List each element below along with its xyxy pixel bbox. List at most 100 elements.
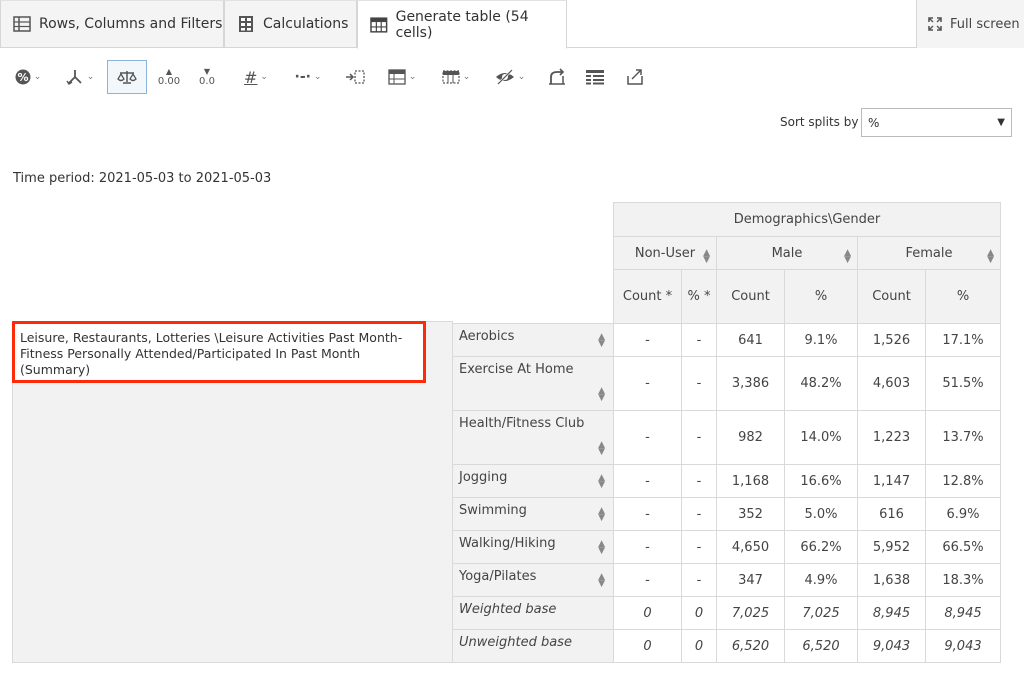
split-icon — [66, 70, 82, 86]
row-label[interactable]: Swimming ▲ ▼ — [452, 497, 614, 531]
tab-label: Calculations — [263, 16, 349, 32]
table-cell: 6,520 — [716, 629, 785, 663]
table-cell: 616 — [857, 497, 926, 531]
collapse-icon — [346, 70, 365, 84]
table-cell: 0 — [613, 596, 682, 630]
tab-generate-table[interactable]: Generate table (54 cells) — [357, 0, 567, 49]
sort-icon: ▲ ▼ — [598, 539, 605, 556]
split-button[interactable]: ⌄ — [60, 60, 100, 94]
table-cell: - — [613, 530, 682, 564]
subheader-count: Count — [857, 269, 926, 324]
column-group-header: Demographics\Gender — [613, 202, 1001, 237]
table-cell: 641 — [716, 323, 785, 357]
transpose-icon — [586, 70, 604, 85]
table-cell: 16.6% — [784, 464, 858, 498]
dash-icon: ·-· — [294, 69, 311, 85]
row-label-text: Aerobics — [459, 329, 515, 344]
table-cell: - — [613, 497, 682, 531]
table-cell: - — [613, 323, 682, 357]
sort-icon: ▲ ▼ — [598, 572, 605, 589]
table-cell: 14.0% — [784, 410, 858, 465]
row-label[interactable]: Walking/Hiking ▲ ▼ — [452, 530, 614, 564]
table-cell: - — [681, 323, 717, 357]
chevron-down-icon: ⌄ — [313, 72, 322, 82]
row-label-text: Yoga/Pilates — [459, 569, 537, 584]
sort-splits-select[interactable]: % ▼ — [861, 108, 1012, 137]
row-label[interactable]: Yoga/Pilates ▲ ▼ — [452, 563, 614, 597]
table-cell: 9.1% — [784, 323, 858, 357]
row-label-text: Unweighted base — [459, 635, 572, 650]
row-label-text: Exercise At Home — [459, 362, 574, 377]
calculator-icon — [239, 16, 253, 32]
chevron-down-icon: ▼ — [997, 117, 1005, 128]
collapse-button[interactable] — [342, 60, 368, 94]
table-cell: 66.2% — [784, 530, 858, 564]
transpose-button[interactable] — [582, 60, 608, 94]
column-header-label: Female — [905, 245, 953, 261]
tab-rows-columns-filters[interactable]: Rows, Columns and Filters — [0, 0, 224, 48]
row-label[interactable]: Weighted base — [452, 596, 614, 630]
row-label[interactable]: Exercise At Home ▲ ▼ — [452, 356, 614, 411]
row-label-text: Health/Fitness Club — [459, 416, 585, 431]
chevron-down-icon: ⌄ — [408, 72, 417, 82]
swap-icon — [549, 68, 565, 85]
table-cell: 352 — [716, 497, 785, 531]
tab-bar: Rows, Columns and Filters Calculations G… — [0, 0, 1024, 49]
hide-icon — [495, 69, 514, 85]
column-header-non-user[interactable]: Non-User ▲ ▼ — [613, 236, 717, 270]
sort-icon: ▲ ▼ — [598, 386, 605, 403]
table-cell: 1,638 — [857, 563, 926, 597]
row-label[interactable]: Jogging ▲ ▼ — [452, 464, 614, 498]
row-label[interactable]: Unweighted base — [452, 629, 614, 663]
table-cell: - — [681, 356, 717, 411]
column-header-female[interactable]: Female ▲ ▼ — [857, 236, 1001, 270]
table-cell: 1,526 — [857, 323, 926, 357]
chevron-down-icon: ⌄ — [33, 72, 42, 82]
expand-icon — [928, 17, 942, 31]
table-cell: - — [613, 410, 682, 465]
table-cell: 66.5% — [925, 530, 1001, 564]
chevron-down-icon: ⌄ — [86, 72, 95, 82]
row-label[interactable]: Health/Fitness Club ▲ ▼ — [452, 410, 614, 465]
column-header-male[interactable]: Male ▲ ▼ — [716, 236, 858, 270]
percent-icon: % — [15, 69, 31, 85]
svg-text:%: % — [17, 71, 28, 84]
table-cell: 1,223 — [857, 410, 926, 465]
table-cell: - — [681, 530, 717, 564]
decrease-decimals-button[interactable]: ▼ 0.0 — [194, 60, 220, 94]
toolbar: % ⌄ ⌄ ▲ 0.00 ▼ 0.0 # ⌄ ·-· ⌄ ⌄ ⌄ ⌄ — [8, 60, 688, 96]
hide-button[interactable]: ⌄ — [490, 60, 530, 94]
table-cell: 4,650 — [716, 530, 785, 564]
statistics-button[interactable]: # ⌄ — [238, 60, 274, 94]
row-label-text: Swimming — [459, 503, 527, 518]
sort-icon: ▲ ▼ — [844, 248, 851, 265]
columns-button[interactable]: ⌄ — [436, 60, 476, 94]
table-cell: 5.0% — [784, 497, 858, 531]
tab-label: Generate table (54 cells) — [395, 8, 529, 41]
layout-button[interactable]: ⌄ — [382, 60, 422, 94]
increase-decimals-button[interactable]: ▲ 0.00 — [154, 60, 184, 94]
hash-icon: # — [244, 67, 258, 87]
increase-decimals-label: 0.00 — [157, 75, 181, 87]
swap-button[interactable] — [544, 60, 570, 94]
table-cell: 8,945 — [857, 596, 926, 630]
export-button[interactable] — [622, 60, 648, 94]
table-cell: 0 — [613, 629, 682, 663]
table-cell: 7,025 — [784, 596, 858, 630]
tab-calculations[interactable]: Calculations — [224, 0, 357, 48]
blank-values-button[interactable]: ·-· ⌄ — [288, 60, 328, 94]
sort-icon: ▲ ▼ — [703, 248, 710, 265]
table-cell: - — [681, 563, 717, 597]
chevron-down-icon: ⌄ — [462, 72, 471, 82]
table-cell: - — [681, 464, 717, 498]
subheader-percent: % — [925, 269, 1001, 324]
sort-icon: ▲ ▼ — [987, 248, 994, 265]
full-screen-button[interactable]: Full screen — [916, 0, 1024, 48]
table-cell: 6.9% — [925, 497, 1001, 531]
balance-button[interactable] — [107, 60, 147, 94]
percent-button[interactable]: % ⌄ — [10, 60, 46, 94]
row-label[interactable]: Aerobics ▲ ▼ — [452, 323, 614, 357]
table-cell: - — [681, 410, 717, 465]
sort-icon: ▲ ▼ — [598, 332, 605, 349]
row-label-text: Walking/Hiking — [459, 536, 556, 551]
